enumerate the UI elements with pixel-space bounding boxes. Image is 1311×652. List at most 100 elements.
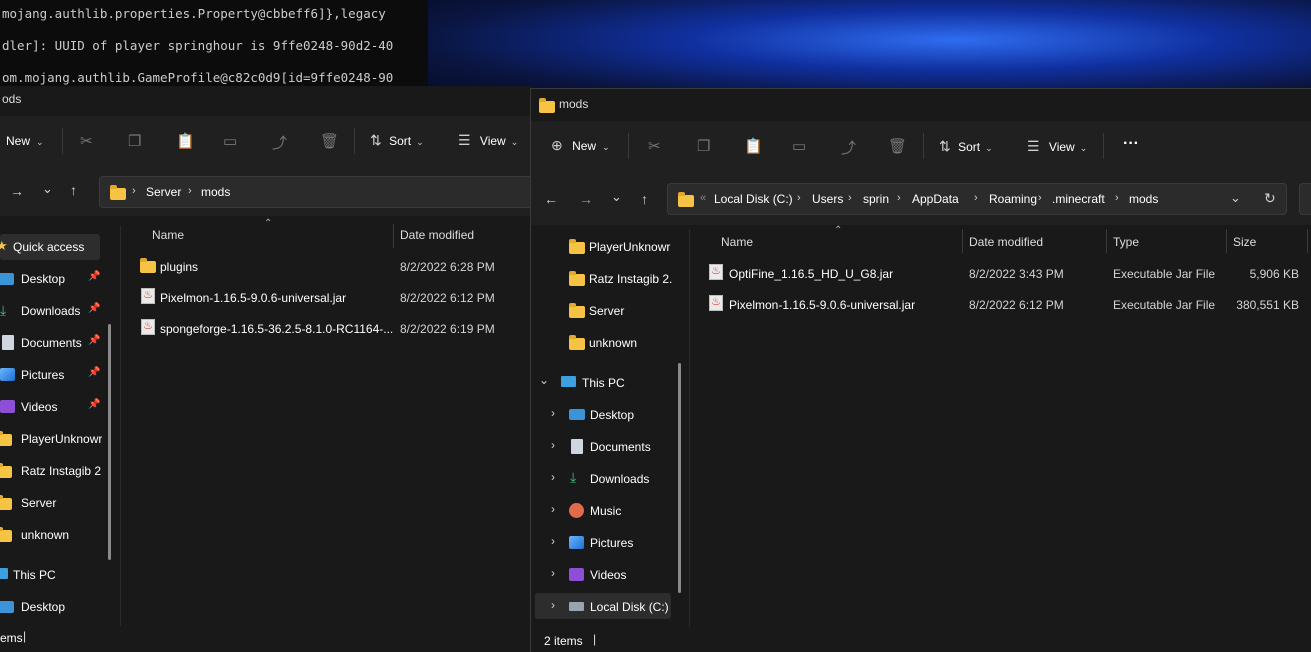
chevron-right-icon: › [551, 438, 555, 452]
up-arrow-icon[interactable]: ↑ [70, 182, 77, 198]
column-header-date[interactable]: Date modified [969, 235, 1043, 249]
nav-item-videos[interactable]: › Videos [531, 561, 673, 587]
new-button[interactable]: New ⌄ [6, 134, 44, 148]
file-row[interactable]: Pixelmon-1.16.5-9.0.6-universal.jar 8/2/… [135, 284, 535, 310]
pc-icon [561, 376, 576, 387]
new-button[interactable]: ⊕ New ⌄ [551, 137, 610, 154]
forward-arrow-icon[interactable]: → [579, 191, 593, 207]
breadcrumb-item[interactable]: .minecraft [1052, 192, 1105, 206]
rename-icon[interactable]: ▭ [792, 137, 806, 155]
nav-item-playerunknown[interactable]: PlayerUnknowr [531, 233, 673, 259]
chevron-right-icon: › [551, 598, 555, 612]
paste-icon[interactable]: 📋 [176, 132, 195, 150]
left-address-bar[interactable]: › Server › mods [99, 176, 539, 208]
nav-item-local-disk[interactable]: › Local Disk (C:) [535, 593, 671, 619]
rename-icon[interactable]: ▭ [223, 132, 237, 150]
nav-item-desktop[interactable]: Desktop 📌 [0, 266, 100, 292]
folder-icon [539, 98, 555, 113]
nav-item-unknown[interactable]: unknown [0, 522, 100, 548]
copy-icon[interactable]: ❐ [697, 137, 710, 155]
breadcrumb-item[interactable]: Roaming [989, 192, 1037, 206]
nav-item-desktop-pc[interactable]: Desktop [0, 594, 100, 620]
forward-arrow-icon[interactable]: → [10, 183, 24, 199]
search-box[interactable] [1299, 183, 1311, 215]
file-row[interactable]: plugins 8/2/2022 6:28 PM [135, 253, 535, 279]
nav-item-pictures[interactable]: Pictures 📌 [0, 362, 100, 388]
right-address-bar[interactable]: « Local Disk (C:) › Users › sprin › AppD… [667, 183, 1287, 215]
documents-icon [2, 335, 14, 350]
breadcrumb-item[interactable]: Users [812, 192, 843, 206]
view-button[interactable]: ☰ View ⌄ [458, 132, 518, 149]
jar-icon [141, 319, 155, 335]
breadcrumb-separator-icon: › [848, 192, 852, 204]
nav-item-downloads[interactable]: ⤓ Downloads 📌 [0, 298, 100, 324]
desktop-icon [0, 273, 14, 285]
nav-scrollbar[interactable] [678, 363, 681, 593]
nav-item-playerunknown[interactable]: PlayerUnknowr [0, 426, 102, 452]
nav-item-quick-access[interactable]: ★ Quick access [0, 234, 100, 260]
left-explorer-window: ods New ⌄ ✂ ❐ 📋 ▭ ⤴ 🗑 ⇅ Sort ⌄ ☰ View ⌄ → ⌄… [0, 86, 539, 652]
column-header-type[interactable]: Type [1113, 235, 1139, 249]
nav-item-unknown[interactable]: unknown [531, 329, 673, 355]
up-arrow-icon[interactable]: ↑ [641, 191, 648, 207]
nav-item-this-pc[interactable]: This PC [0, 562, 100, 588]
back-arrow-icon[interactable]: ← [544, 191, 558, 207]
more-options-button[interactable]: ··· [1123, 135, 1139, 153]
cut-icon[interactable]: ✂ [648, 137, 661, 155]
column-header-size[interactable]: Size [1233, 235, 1256, 249]
nav-item-documents[interactable]: Documents 📌 [0, 330, 100, 356]
breadcrumb-item[interactable]: mods [201, 185, 230, 199]
copy-icon[interactable]: ❐ [128, 132, 141, 150]
pc-icon [0, 568, 8, 579]
nav-item-ratz[interactable]: Ratz Instagib 2. [531, 265, 673, 291]
breadcrumb-item[interactable]: mods [1129, 192, 1158, 206]
share-icon[interactable]: ⤴ [272, 132, 287, 153]
refresh-icon[interactable]: ↻ [1264, 190, 1276, 207]
nav-scrollbar[interactable] [108, 324, 111, 560]
nav-item-videos[interactable]: Videos 📌 [0, 394, 100, 420]
chevron-right-icon: › [551, 502, 555, 516]
folder-icon [569, 303, 585, 318]
breadcrumb-item[interactable]: Server [146, 185, 181, 199]
chevron-down-icon[interactable]: ⌄ [611, 189, 622, 205]
nav-item-documents[interactable]: › Documents [531, 433, 673, 459]
pin-icon: 📌 [88, 335, 101, 346]
nav-item-pictures[interactable]: › Pictures [531, 529, 673, 555]
drive-icon [569, 602, 584, 611]
nav-item-server[interactable]: Server [531, 297, 673, 323]
nav-item-music[interactable]: › Music [531, 497, 673, 523]
column-header-name[interactable]: Name [152, 228, 184, 242]
chevron-down-icon: ⌄ [1079, 143, 1088, 153]
sort-button[interactable]: ⇅ Sort ⌄ [939, 138, 993, 155]
nav-item-this-pc[interactable]: ⌄ This PC [531, 369, 673, 395]
file-row[interactable]: Pixelmon-1.16.5-9.0.6-universal.jar 8/2/… [705, 291, 1305, 317]
column-header-date[interactable]: Date modified [400, 228, 474, 242]
nav-item-server[interactable]: Server [0, 490, 100, 516]
delete-icon[interactable]: 🗑 [888, 137, 907, 155]
view-button[interactable]: ☰ View ⌄ [1027, 138, 1087, 155]
cut-icon[interactable]: ✂ [80, 132, 93, 150]
delete-icon[interactable]: 🗑 [320, 132, 339, 150]
nav-item-ratz[interactable]: Ratz Instagib 2. [0, 458, 102, 484]
chevron-down-icon[interactable]: ⌄ [42, 181, 53, 197]
item-count: ems [0, 631, 23, 645]
breadcrumb-item[interactable]: AppData [912, 192, 959, 206]
paste-icon[interactable]: 📋 [744, 137, 763, 155]
nav-item-downloads[interactable]: › ⤓ Downloads [531, 465, 673, 491]
terminal-line: mojang.authlib.properties.Property@cbbef… [2, 6, 386, 21]
address-dropdown-icon[interactable]: ⌄ [1230, 190, 1241, 206]
file-row[interactable]: OptiFine_1.16.5_HD_U_G8.jar 8/2/2022 3:4… [705, 260, 1305, 286]
chevron-right-icon: › [551, 566, 555, 580]
file-row[interactable]: spongeforge-1.16.5-36.2.5-8.1.0-RC1164-.… [135, 315, 535, 341]
chevron-down-icon: ⌄ [416, 137, 424, 147]
view-icon: ☰ [1027, 138, 1040, 154]
breadcrumb-item[interactable]: sprin [863, 192, 889, 206]
left-file-list: ⌃ Name Date modified plugins 8/2/2022 6:… [121, 216, 532, 624]
pictures-icon [569, 536, 584, 549]
star-icon: ★ [0, 238, 8, 253]
nav-item-desktop[interactable]: › Desktop [531, 401, 673, 427]
sort-button[interactable]: ⇅ Sort ⌄ [370, 132, 424, 149]
breadcrumb-item[interactable]: Local Disk (C:) [714, 192, 793, 206]
share-icon[interactable]: ⤴ [841, 137, 856, 158]
column-header-name[interactable]: Name [721, 235, 753, 249]
